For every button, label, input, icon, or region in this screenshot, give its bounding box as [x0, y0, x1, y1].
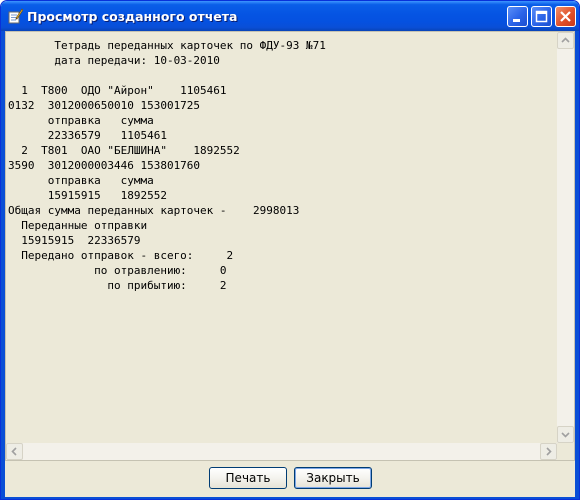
maximize-icon: [535, 10, 548, 23]
arrow-down-icon: [561, 432, 570, 438]
arrow-left-icon: [11, 447, 17, 456]
close-button[interactable]: [555, 6, 576, 27]
print-button[interactable]: Печать: [209, 467, 287, 489]
report-line: 3590 3012000003446 153801760: [8, 159, 201, 172]
report-line: 15915915 22336579: [8, 234, 141, 247]
arrow-right-icon: [546, 447, 552, 456]
horizontal-scrollbar[interactable]: [6, 443, 557, 460]
window-frame-right: [575, 31, 579, 499]
maximize-button[interactable]: [531, 6, 552, 27]
report-line: 0132 3012000650010 153001725: [8, 99, 201, 112]
report-line: Переданные отправки: [8, 219, 148, 232]
report-line: Общая сумма переданных карточек - 299801…: [8, 204, 300, 217]
report-line: 2 Т801 ОАО "БЕЛШИНА" 1892552: [8, 144, 240, 157]
report-line: дата передачи: 10-03-2010: [8, 54, 220, 67]
minimize-button[interactable]: [507, 6, 528, 27]
title-bar[interactable]: Просмотр созданного отчета: [1, 1, 579, 31]
scroll-down-button[interactable]: [557, 426, 574, 443]
report-viewer-window: Просмотр созданного отчета Тетрадь перед…: [0, 0, 580, 500]
report-line: [8, 68, 556, 83]
scroll-up-button[interactable]: [557, 32, 574, 49]
report-line: по прибытию: 2: [8, 279, 227, 292]
notepad-pen-icon[interactable]: [7, 8, 24, 24]
close-report-button[interactable]: Закрыть: [294, 467, 372, 489]
report-text-area[interactable]: Тетрадь переданных карточек по ФДУ-93 №7…: [5, 31, 575, 461]
close-icon: [560, 11, 571, 22]
report-line: 22336579 1105461: [8, 129, 167, 142]
report-line: Передано отправок - всего: 2: [8, 249, 234, 262]
report-line: 1 Т800 ОДО "Айрон" 1105461: [8, 84, 227, 97]
vertical-scrollbar[interactable]: [557, 32, 574, 443]
minimize-icon: [513, 19, 520, 22]
arrow-up-icon: [561, 37, 570, 43]
report-line: отправка сумма: [8, 174, 154, 187]
report-line: Тетрадь переданных карточек по ФДУ-93 №7…: [8, 39, 326, 52]
scroll-left-button[interactable]: [6, 443, 23, 460]
report-line: 15915915 1892552: [8, 189, 167, 202]
report-line: отправка сумма: [8, 114, 154, 127]
report-content[interactable]: Тетрадь переданных карточек по ФДУ-93 №7…: [8, 38, 556, 293]
scrollbar-corner: [557, 443, 574, 460]
window-title: Просмотр созданного отчета: [27, 9, 238, 24]
report-line: по отравлению: 0: [8, 264, 227, 277]
scroll-right-button[interactable]: [540, 443, 557, 460]
